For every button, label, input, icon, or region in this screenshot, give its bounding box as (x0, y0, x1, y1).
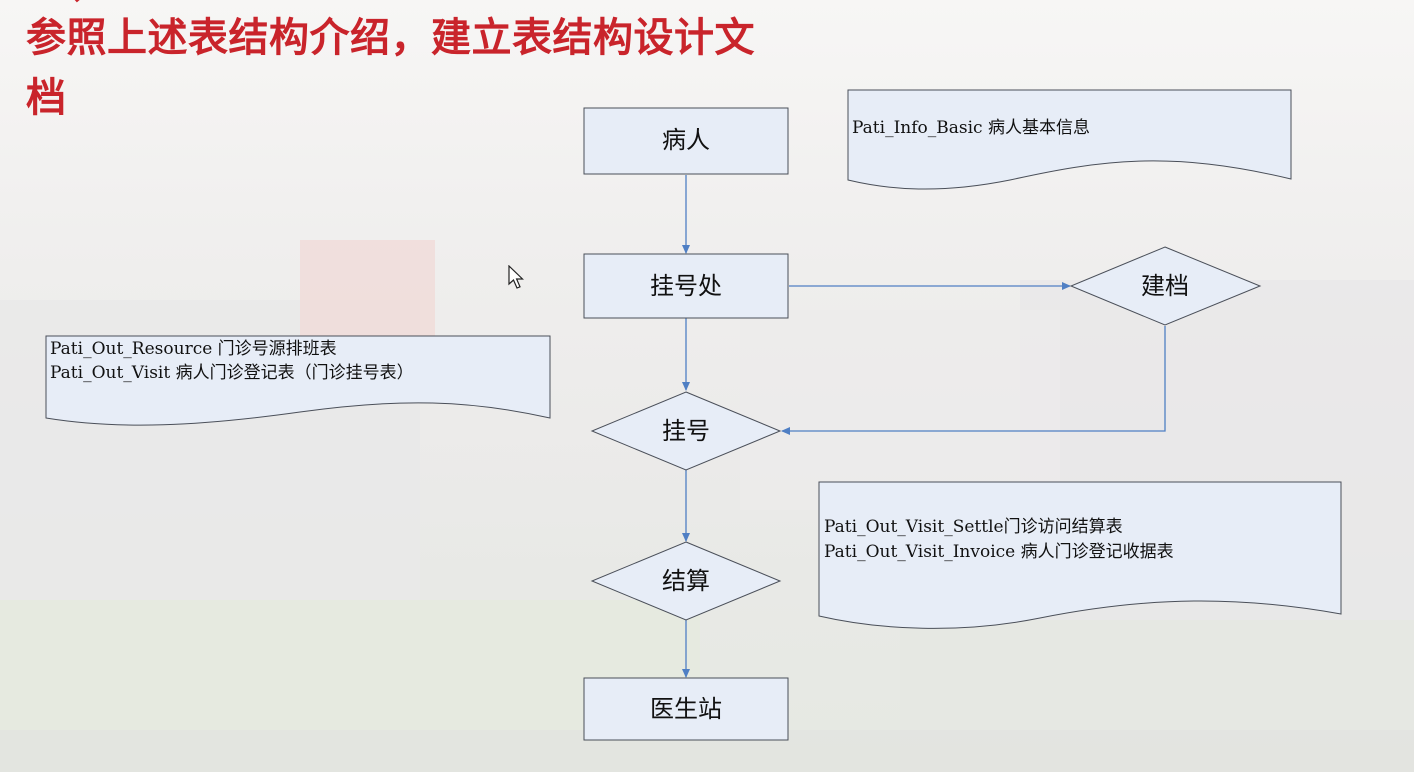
flowchart: 病人 挂号处 医生站 建档 挂号 结算 Pati_Info_Basic 病人基本… (45, 89, 1342, 741)
node-register-label: 挂号 (662, 417, 710, 445)
node-doctor-station-label: 医生站 (650, 695, 722, 723)
node-settlement: 结算 (590, 541, 782, 621)
node-register: 挂号 (590, 391, 782, 471)
node-settlement-label: 结算 (662, 567, 710, 595)
node-filing-label: 建档 (1141, 272, 1189, 300)
node-patient: 病人 (583, 107, 789, 175)
note-settle-line2: Pati_Out_Visit_Invoice 病人门诊登记收据表 (824, 542, 1174, 562)
mouse-pointer-icon (508, 265, 524, 289)
note-patient-info: Pati_Info_Basic 病人基本信息 (847, 89, 1292, 190)
node-registration-desk: 挂号处 (583, 253, 789, 319)
node-registration-desk-label: 挂号处 (650, 272, 722, 300)
note-resource-line2: Pati_Out_Visit 病人门诊登记表（门诊挂号表） (50, 363, 414, 383)
note-settle-line1: Pati_Out_Visit_Settle门诊访问结算表 (824, 517, 1123, 537)
note-settle: Pati_Out_Visit_Settle门诊访问结算表 Pati_Out_Vi… (818, 481, 1342, 629)
arrow-filing-to-register (781, 326, 1166, 435)
note-resource-line1: Pati_Out_Resource 门诊号源排班表 (50, 339, 337, 359)
node-doctor-station: 医生站 (583, 677, 789, 741)
note-patient-info-text: Pati_Info_Basic 病人基本信息 (852, 118, 1090, 138)
node-filing: 建档 (1069, 246, 1262, 326)
note-resource: Pati_Out_Resource 门诊号源排班表 Pati_Out_Visit… (45, 335, 551, 426)
node-patient-label: 病人 (662, 126, 710, 154)
